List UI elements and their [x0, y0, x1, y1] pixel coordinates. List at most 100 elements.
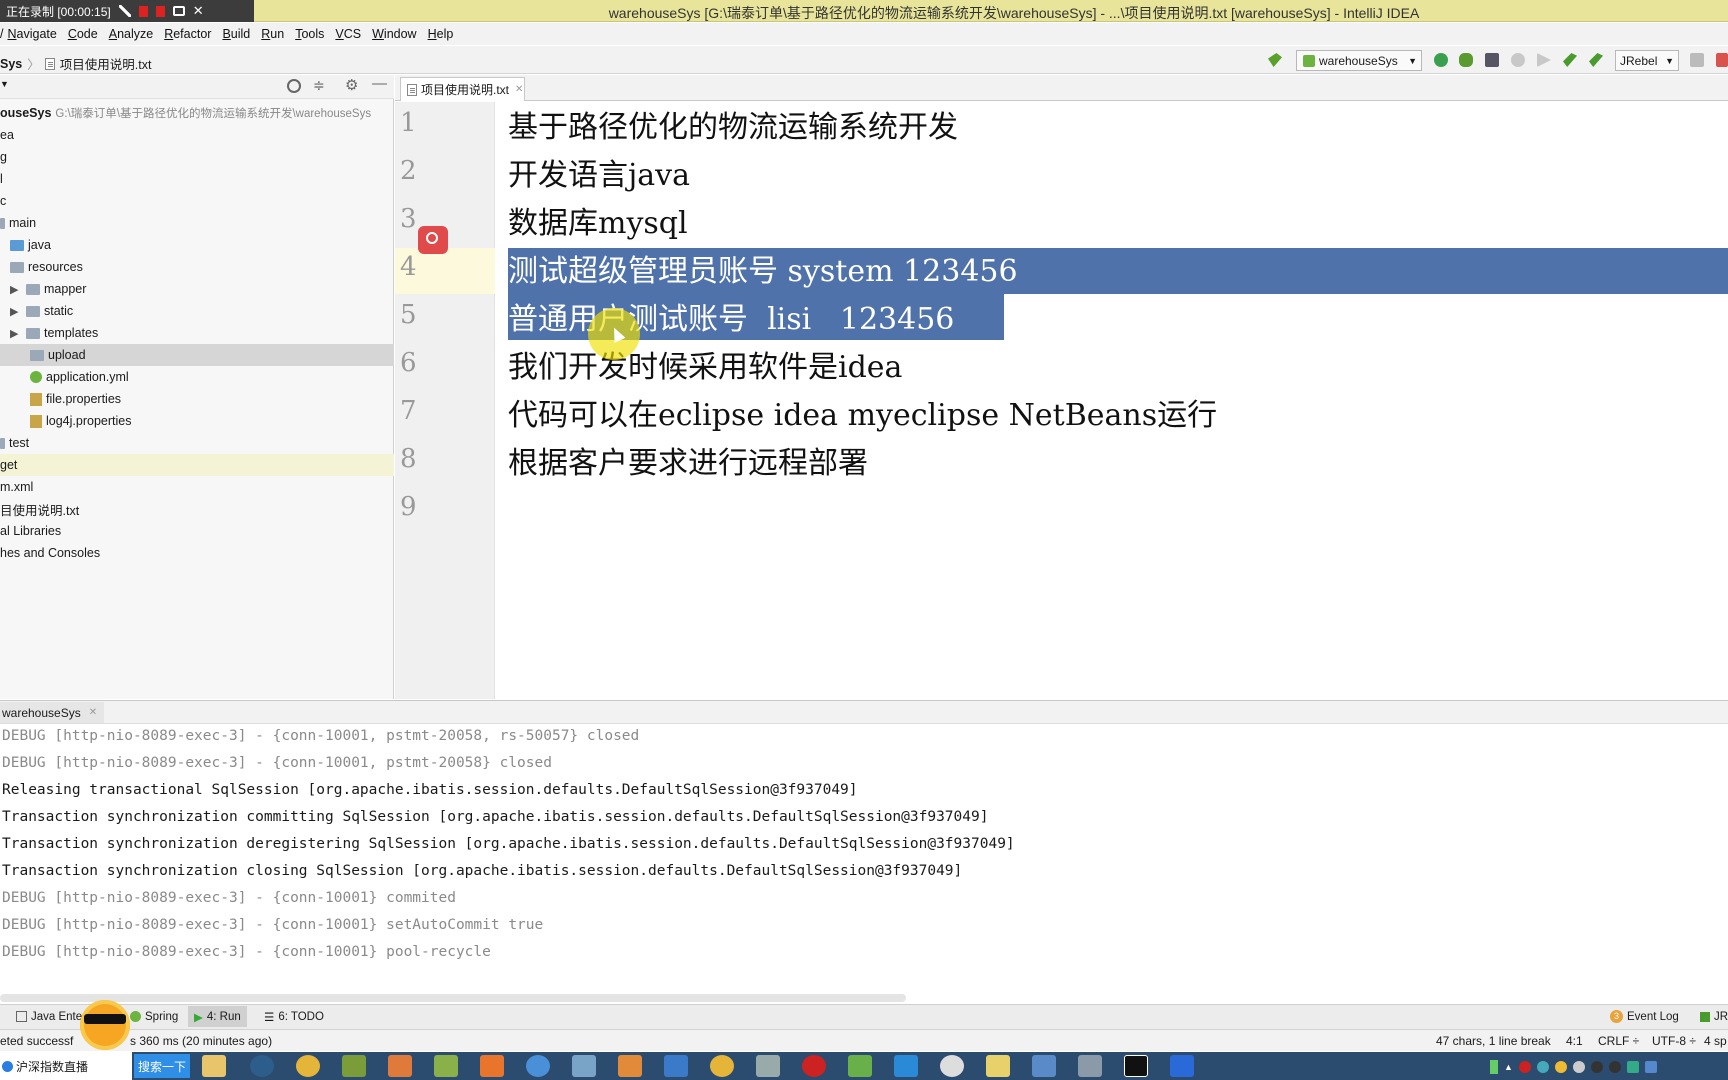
app-icon[interactable]: [480, 1055, 504, 1077]
app-icon[interactable]: [1032, 1055, 1056, 1077]
menu-item-partial[interactable]: /: [0, 27, 3, 41]
app-icon[interactable]: [572, 1055, 596, 1077]
status-caret-position[interactable]: 4:1: [1566, 1034, 1583, 1048]
tool-tab-run[interactable]: ▶ 4: Run: [188, 1006, 247, 1027]
gear-icon[interactable]: ⚙: [345, 76, 358, 94]
profile-icon[interactable]: [1511, 53, 1525, 67]
tree-row-main[interactable]: main: [0, 212, 394, 234]
tree-row-templates[interactable]: ▶ templates: [0, 322, 394, 344]
menu-item-vcs[interactable]: VCS: [335, 27, 361, 41]
tray-app-icon[interactable]: [1644, 1061, 1657, 1073]
tray-arrow-icon[interactable]: ▲: [1504, 1062, 1513, 1072]
file-explorer-icon[interactable]: [202, 1055, 226, 1077]
app-icon[interactable]: [388, 1055, 412, 1077]
menu-item-build[interactable]: Build: [222, 27, 250, 41]
tray-app-icon[interactable]: [1626, 1061, 1639, 1073]
status-indent[interactable]: 4 sp: [1704, 1034, 1727, 1048]
chrome-icon[interactable]: [296, 1055, 320, 1077]
tree-row-static[interactable]: ▶ static: [0, 300, 394, 322]
tree-row-scratches[interactable]: hes and Consoles: [0, 542, 394, 564]
tree-row-root[interactable]: ouseSys G:\瑞泰订单\基于路径优化的物流运输系统开发\warehous…: [0, 102, 394, 124]
tree-row-file-properties[interactable]: file.properties: [0, 388, 394, 410]
tool-tab-todo[interactable]: ☰ 6: TODO: [264, 1006, 324, 1027]
rerun-icon[interactable]: [1434, 53, 1448, 67]
run-configuration-select[interactable]: warehouseSys ▼: [1296, 50, 1422, 71]
tool-tab-spring[interactable]: Spring: [130, 1006, 178, 1027]
debug-bug-icon[interactable]: [1459, 53, 1473, 67]
tree-row-pom[interactable]: m.xml: [0, 476, 394, 498]
tray-app-icon[interactable]: [1518, 1061, 1531, 1073]
coverage-icon[interactable]: [1485, 53, 1499, 67]
tree-row[interactable]: g: [0, 146, 394, 168]
app-icon[interactable]: [894, 1055, 918, 1077]
tree-row-java[interactable]: java: [0, 234, 394, 256]
breadcrumb-file[interactable]: 项目使用说明.txt: [60, 54, 152, 73]
tree-row-readme[interactable]: 目使用说明.txt: [0, 498, 394, 520]
wechat-icon[interactable]: [848, 1055, 872, 1077]
pause-icon[interactable]: [138, 5, 148, 17]
menu-item-tools[interactable]: Tools: [295, 27, 324, 41]
tool-tab-jrebel[interactable]: JR: [1700, 1006, 1728, 1027]
intellij-icon[interactable]: [1124, 1055, 1148, 1077]
expand-arrow-icon[interactable]: ▶: [10, 327, 22, 340]
run-tab[interactable]: warehouseSys ✕: [0, 702, 104, 723]
stop-icon[interactable]: [155, 5, 165, 17]
tree-row-mapper[interactable]: ▶ mapper: [0, 278, 394, 300]
search-icon[interactable]: [418, 226, 448, 254]
tree-row-log4j-properties[interactable]: log4j.properties: [0, 410, 394, 432]
tree-row-application-yml[interactable]: application.yml: [0, 366, 394, 388]
tray-app-icon[interactable]: [1608, 1061, 1621, 1073]
menu-item-navigate[interactable]: Navigate: [7, 27, 56, 41]
notepad-icon[interactable]: [986, 1055, 1010, 1077]
stop-icon[interactable]: [1716, 53, 1728, 67]
status-line-separator[interactable]: CRLF ÷: [1598, 1034, 1639, 1048]
app-icon[interactable]: [526, 1055, 550, 1077]
jrebel-toggle-icon[interactable]: [1690, 53, 1704, 67]
expand-arrow-icon[interactable]: ▶: [10, 283, 22, 296]
app-icon[interactable]: [434, 1055, 458, 1077]
app-icon[interactable]: [1170, 1055, 1194, 1077]
tree-row[interactable]: c: [0, 190, 394, 212]
editor-tab[interactable]: 项目使用说明.txt ✕: [400, 77, 525, 101]
menu-item-refactor[interactable]: Refactor: [164, 27, 211, 41]
jrebel-select[interactable]: JRebel ▼: [1615, 50, 1679, 71]
camera-icon[interactable]: [172, 6, 185, 16]
tree-row-upload[interactable]: upload: [0, 344, 394, 366]
menu-item-code[interactable]: Code: [68, 27, 98, 41]
locate-icon[interactable]: [287, 79, 301, 93]
tray-app-icon[interactable]: [1572, 1061, 1585, 1073]
menu-item-run[interactable]: Run: [261, 27, 284, 41]
menu-item-window[interactable]: Window: [372, 27, 416, 41]
taskbar-search-button[interactable]: 搜索一下: [134, 1054, 190, 1078]
status-encoding[interactable]: UTF-8 ÷: [1652, 1034, 1696, 1048]
close-icon[interactable]: ✕: [193, 3, 204, 19]
app-icon[interactable]: [756, 1055, 780, 1077]
collapse-all-icon[interactable]: ≑: [313, 77, 325, 94]
dropdown-arrow-icon[interactable]: ▼: [0, 79, 9, 89]
menu-item-analyze[interactable]: Analyze: [109, 27, 153, 41]
close-tab-icon[interactable]: ✕: [89, 707, 97, 718]
app-icon[interactable]: [342, 1055, 366, 1077]
breadcrumb-project[interactable]: Sys: [0, 57, 22, 71]
app-icon[interactable]: [802, 1055, 826, 1077]
tree-row[interactable]: ea: [0, 124, 394, 146]
tray-app-icon[interactable]: [1590, 1061, 1603, 1073]
app-icon[interactable]: [618, 1055, 642, 1077]
tray-app-icon[interactable]: [1536, 1061, 1549, 1073]
minimize-icon[interactable]: —: [372, 75, 387, 92]
tool-tab-java-enterprise[interactable]: Java Ente: [16, 1006, 82, 1027]
battery-icon[interactable]: [1490, 1060, 1498, 1074]
close-tab-icon[interactable]: ✕: [515, 84, 523, 95]
tray-app-icon[interactable]: [1554, 1061, 1567, 1073]
pen-icon[interactable]: [118, 5, 131, 17]
tool-tab-event-log[interactable]: 3 Event Log: [1610, 1006, 1679, 1027]
expand-arrow-icon[interactable]: ▶: [10, 305, 22, 318]
app-icon[interactable]: [1078, 1055, 1102, 1077]
app-icon[interactable]: [664, 1055, 688, 1077]
tree-row-resources[interactable]: resources: [0, 256, 394, 278]
menu-item-help[interactable]: Help: [428, 27, 454, 41]
tree-row-test[interactable]: test: [0, 432, 394, 454]
taskbar-search-widget[interactable]: 沪深指数直播: [0, 1052, 132, 1080]
horizontal-scrollbar[interactable]: [0, 994, 906, 1002]
tree-row[interactable]: l: [0, 168, 394, 190]
